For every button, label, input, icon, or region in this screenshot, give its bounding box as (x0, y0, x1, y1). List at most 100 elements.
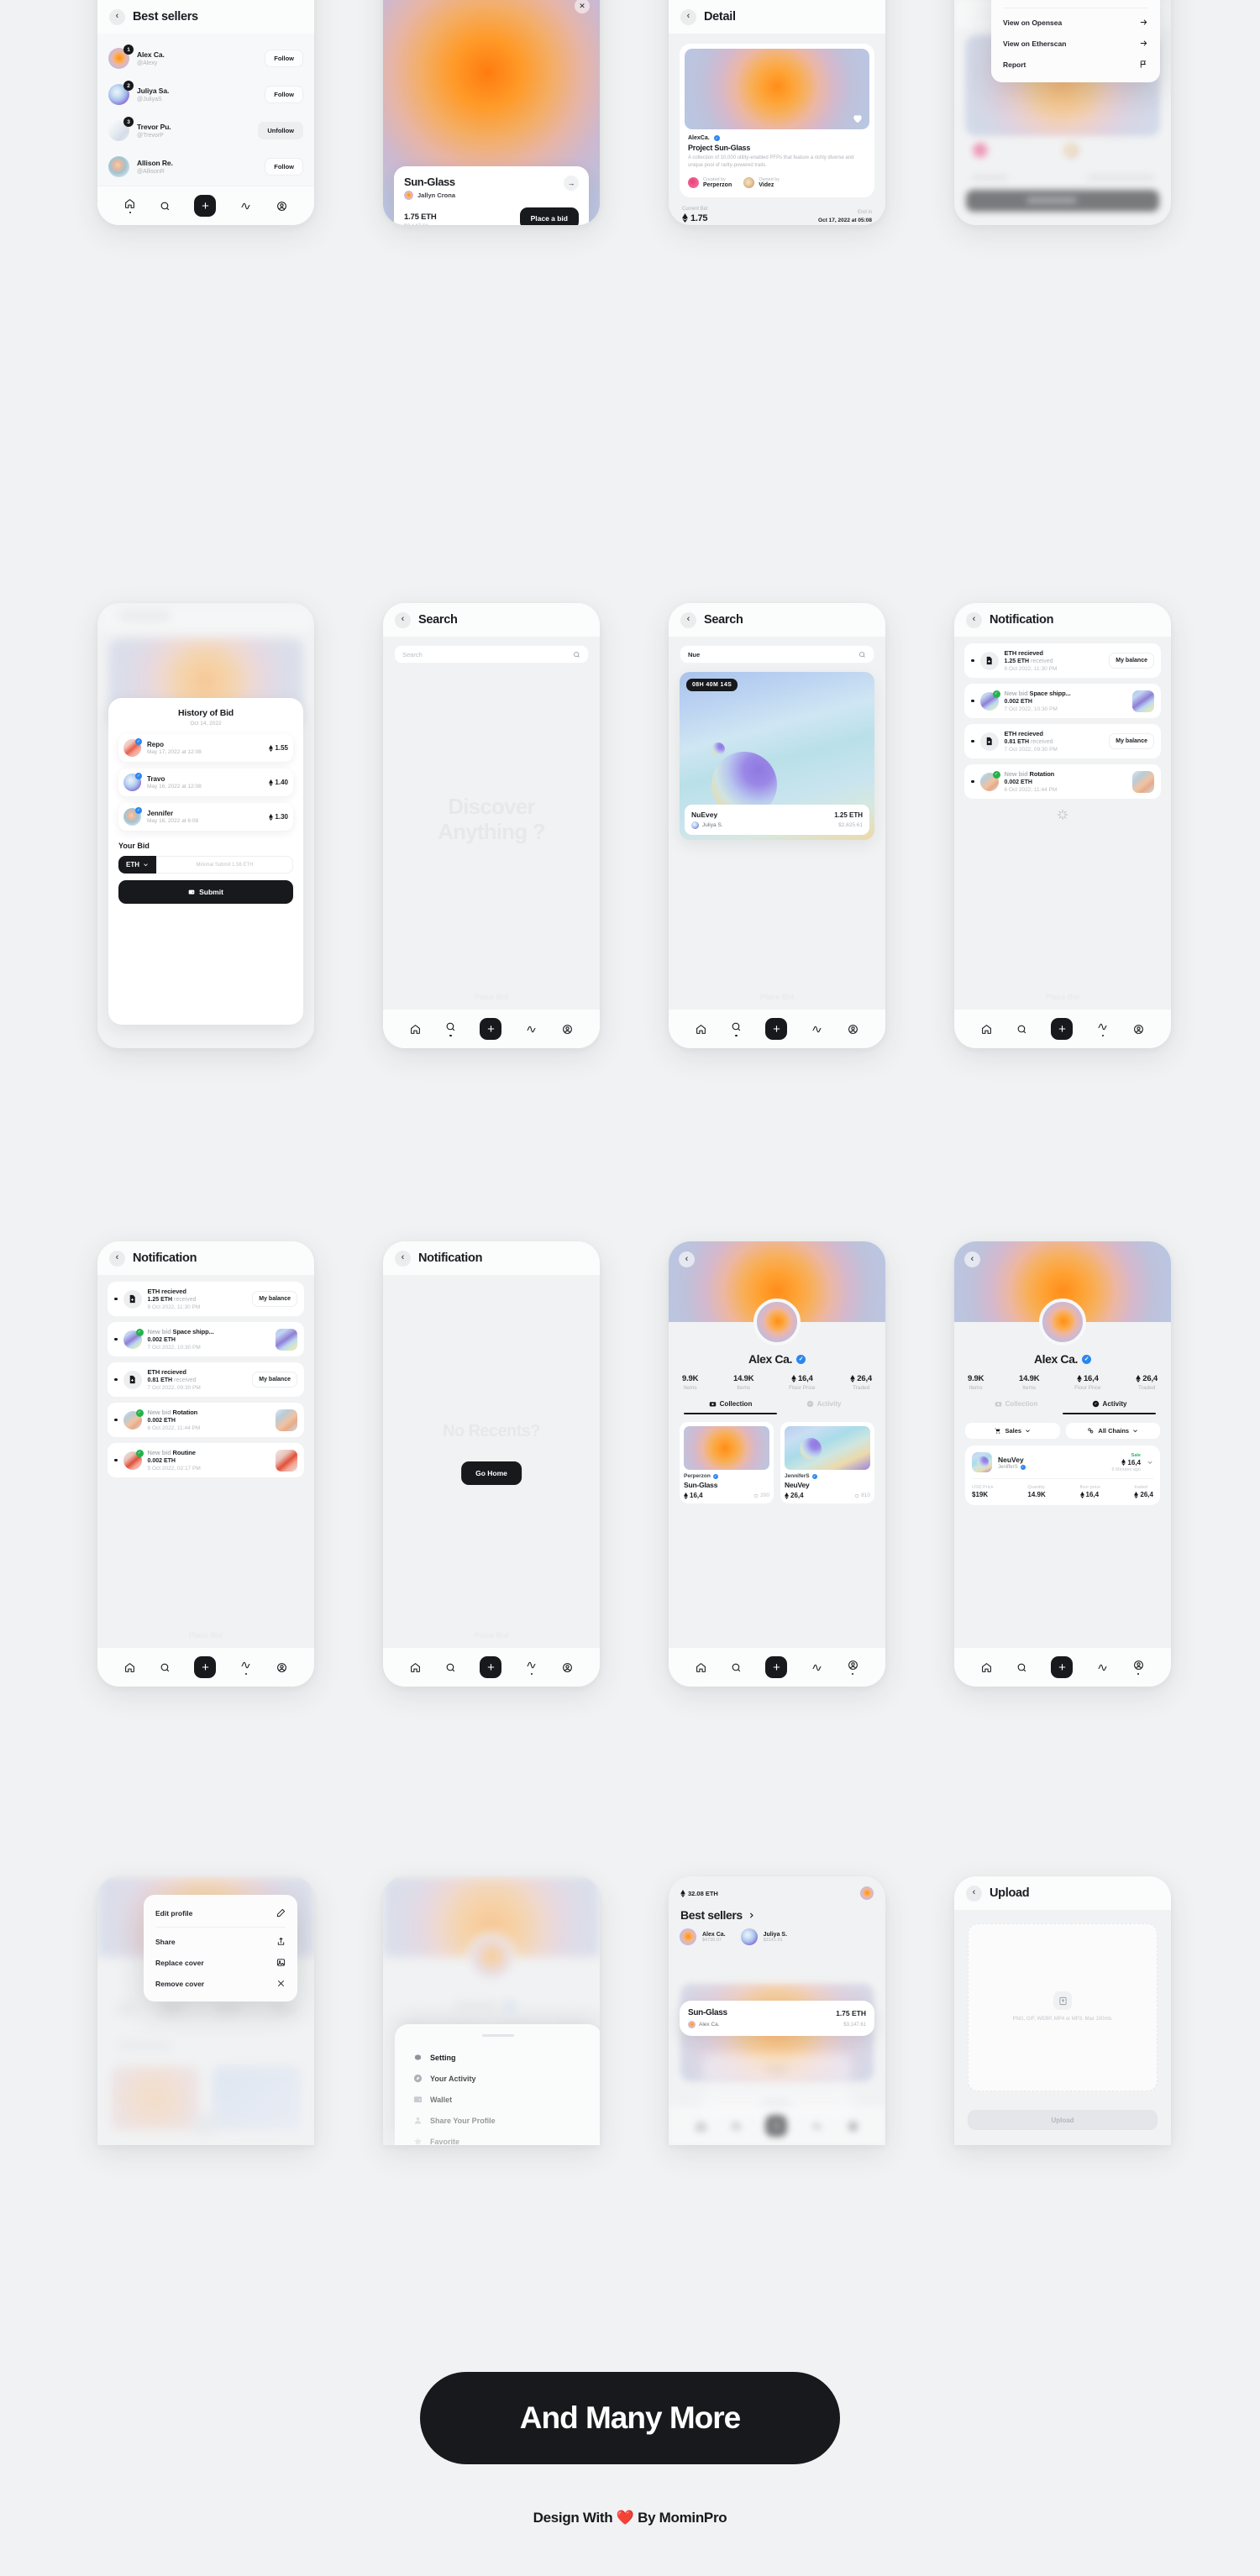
follow-button[interactable]: Follow (265, 158, 303, 176)
go-home-button[interactable]: Go Home (461, 1461, 522, 1485)
nav-activity[interactable] (1097, 1662, 1109, 1673)
list-item[interactable]: ✓ New bid Space shipp... 0.002 ETH 7 Oct 2… (108, 1322, 304, 1356)
list-item[interactable]: 1 Alex Ca. @Alexy Follow (108, 40, 303, 76)
nav-profile[interactable] (848, 2121, 858, 2132)
nav-activity[interactable] (811, 1024, 823, 1035)
list-item[interactable]: ETH recieved 0.81 ETH received 7 Oct 2022,… (108, 1362, 304, 1397)
bid-amount-input[interactable]: Minimal Submit 1.56 ETH (156, 856, 293, 874)
nav-add-button[interactable]: + (1051, 1656, 1074, 1678)
menu-item-your-activity[interactable]: Your Activity (395, 2068, 600, 2089)
place-a-bid-button[interactable]: Place a bid (519, 207, 579, 225)
activity-card[interactable]: NeuVey JenifferS ✓ Sale 16,4 6 Minutes ag… (965, 1445, 1160, 1505)
nav-add-button[interactable]: + (194, 195, 217, 217)
nav-add-button[interactable]: + (480, 1018, 502, 1040)
menu-item-replace-cover[interactable]: Replace cover (144, 1952, 297, 1973)
file-dropzone[interactable]: PNG, GIF, WEBP, MP4 or MP3. Max 100mb. (968, 1923, 1158, 2091)
list-item[interactable]: 2 Juliya Sa. @JuliyaS Follow (108, 76, 303, 113)
nav-profile[interactable] (1133, 1024, 1144, 1035)
list-item[interactable]: ✓ New bid Rotation 0.002 ETH 6 Oct 2022, 1… (108, 1403, 304, 1437)
my-balance-button[interactable]: My balance (252, 1372, 297, 1388)
menu-item-wallet[interactable]: Wallet (395, 2089, 600, 2110)
nav-add-button[interactable]: + (194, 1656, 217, 1678)
nav-activity[interactable] (811, 1662, 823, 1673)
nav-activity[interactable] (240, 1660, 252, 1676)
nav-add-button[interactable]: + (1051, 1018, 1074, 1040)
bid-row[interactable]: ✓ Jennifer May 16, 2022 at 6:08 1.30 (118, 803, 293, 831)
nav-add-button[interactable]: + (765, 1018, 788, 1040)
nav-activity[interactable] (526, 1660, 538, 1676)
heart-icon[interactable] (854, 1493, 859, 1498)
menu-item-share[interactable]: Share (144, 1931, 297, 1952)
menu-item-report[interactable]: Report (991, 54, 1160, 75)
nav-activity[interactable] (811, 2121, 823, 2132)
nft-card[interactable]: Perperzon ✓ Sun-Glass 16,4 200 (680, 1422, 774, 1503)
back-button[interactable]: ‹ (109, 1250, 125, 1267)
menu-item-remove-cover[interactable]: Remove cover (144, 1973, 297, 1994)
nav-search[interactable] (1016, 1662, 1027, 1673)
my-balance-button[interactable]: My balance (1109, 653, 1154, 669)
menu-item-setting[interactable]: Setting (395, 2047, 600, 2068)
nav-profile[interactable] (276, 201, 287, 212)
nav-profile[interactable] (848, 1024, 858, 1035)
list-item[interactable]: ✓ New bid Space shipp... 0.002 ETH 7 Oct 2… (964, 684, 1161, 718)
option-single[interactable]: Single (702, 2054, 852, 2083)
nav-home[interactable] (696, 2121, 706, 2132)
nav-home[interactable] (696, 1662, 706, 1673)
nav-search[interactable] (160, 1662, 171, 1673)
currency-select[interactable]: ETH (118, 856, 156, 874)
nav-search[interactable] (160, 201, 171, 212)
menu-item-edit-profile[interactable]: Edit profile (144, 1902, 297, 1923)
list-item[interactable]: ETH recieved 1.25 ETH received 9 Oct 2022,… (108, 1282, 304, 1316)
unfollow-button[interactable]: Unfollow (258, 122, 303, 139)
nav-profile[interactable] (562, 1662, 573, 1673)
list-item[interactable]: ETH recieved 1.25 ETH received 9 Oct 2022,… (964, 643, 1161, 678)
nav-home[interactable] (981, 1662, 992, 1673)
nav-search[interactable] (445, 1662, 456, 1673)
nav-profile[interactable] (276, 1662, 287, 1673)
submit-button[interactable]: Submit (118, 880, 293, 904)
menu-item-opensea[interactable]: View on Opensea (991, 12, 1160, 33)
sheet-grabber[interactable] (482, 2034, 514, 2037)
back-button[interactable]: ‹ (680, 611, 696, 628)
search-input[interactable]: Nue (680, 645, 874, 664)
nav-home[interactable] (124, 198, 135, 214)
chevron-right-icon[interactable] (748, 1912, 755, 1919)
nav-home[interactable] (410, 1662, 421, 1673)
list-item[interactable]: ✓ New bid Routine 0.002 ETH 5 Oct 2022, 02… (108, 1443, 304, 1477)
arrow-right-icon[interactable]: → (564, 176, 579, 191)
nav-profile[interactable] (562, 1024, 573, 1035)
nav-activity[interactable] (240, 201, 252, 212)
nav-add-button[interactable]: + (765, 1656, 788, 1678)
list-item[interactable]: Alex Ca. $4730.07 (680, 1928, 726, 1945)
back-button[interactable]: ‹ (966, 611, 982, 628)
nav-home[interactable] (696, 1024, 706, 1035)
follow-button[interactable]: Follow (265, 86, 303, 103)
nav-activity[interactable] (1097, 1021, 1109, 1037)
follow-button[interactable]: Follow (265, 50, 303, 67)
bid-row[interactable]: ✓ Repo May 17, 2022 at 12:08 1.55 (118, 734, 293, 762)
filter-chains[interactable]: All Chains (1065, 1423, 1160, 1439)
back-button[interactable]: ‹ (395, 611, 411, 628)
back-button[interactable]: ‹ (679, 1251, 695, 1267)
back-button[interactable]: ‹ (964, 1251, 980, 1267)
tab-activity[interactable]: Activity (1063, 1400, 1156, 1413)
bid-row[interactable]: ✓ Travo May 16, 2022 at 12:08 1.40 (118, 769, 293, 796)
search-result-card[interactable]: 08H 40M 14S NuEvey 1.25 ETH Juliya S. $2… (680, 672, 874, 840)
tab-activity[interactable]: Activity (777, 1400, 870, 1413)
nav-activity[interactable] (526, 1024, 538, 1035)
search-input[interactable]: Search (394, 645, 589, 664)
nav-profile[interactable] (1133, 1660, 1144, 1676)
nav-search[interactable] (731, 1021, 742, 1037)
menu-item-favorite[interactable]: Favorite (395, 2131, 600, 2145)
list-item[interactable]: Allison Re. @AllisonR Follow (108, 149, 303, 185)
back-button[interactable]: ‹ (109, 8, 125, 25)
list-item[interactable]: Juliya S. $3141.01 (740, 1928, 787, 1945)
upload-button[interactable]: Upload (968, 2110, 1158, 2130)
my-balance-button[interactable]: My balance (252, 1291, 297, 1307)
nav-add-button[interactable]: + (765, 2115, 788, 2137)
nav-add-button[interactable]: + (480, 1656, 502, 1678)
nav-home[interactable] (981, 1024, 992, 1035)
tab-collection[interactable]: Collection (969, 1400, 1063, 1413)
menu-item-etherscan[interactable]: View on Etherscan (991, 33, 1160, 54)
list-item[interactable]: 3 Trevor Pu. @TrevorP Unfollow (108, 113, 303, 149)
